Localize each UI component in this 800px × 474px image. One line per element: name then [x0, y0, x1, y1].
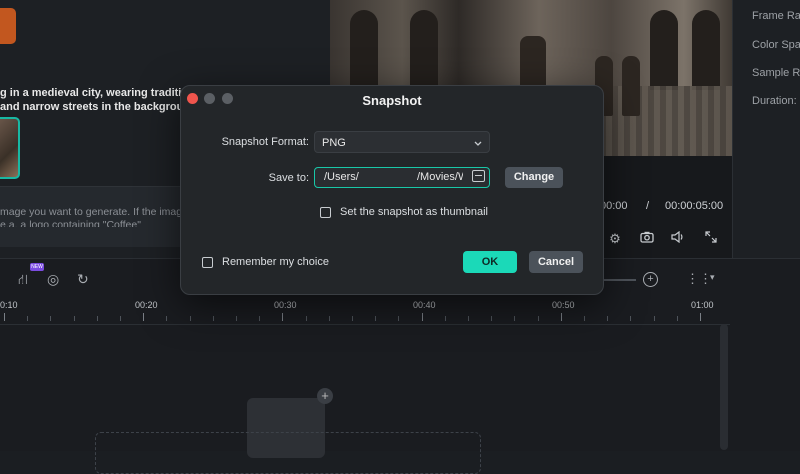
- prompt-placeholder-line-1: mage you want to generate. If the image: [0, 206, 188, 218]
- prompt-line-1: g in a medieval city, wearing traditio: [0, 87, 189, 99]
- camera-icon[interactable]: [639, 231, 655, 247]
- ruler-label: 00:20: [135, 300, 158, 310]
- ruler-tick: [282, 313, 283, 321]
- prop-duration-label: Duration:: [752, 95, 797, 107]
- settings-icon[interactable]: ⚙: [607, 231, 623, 247]
- change-path-button[interactable]: Change: [505, 167, 563, 188]
- ruler-tick: [50, 316, 51, 321]
- save-path-start: /Users/: [324, 171, 359, 183]
- prop-frame-rate-label: Frame Rate: [752, 10, 800, 22]
- ruler-tick: [236, 316, 237, 321]
- ruler-tick: [445, 316, 446, 321]
- ruler-tick: [213, 316, 214, 321]
- speed-icon[interactable]: ↻: [77, 271, 89, 288]
- ruler-tick: [190, 316, 191, 321]
- app-icon: [0, 8, 16, 44]
- time-separator: /: [646, 200, 650, 212]
- ruler-tick: [306, 316, 307, 321]
- chevron-down-icon[interactable]: ▾: [710, 272, 715, 283]
- ruler-tick: [630, 316, 631, 321]
- ruler-tick: [166, 316, 167, 321]
- ruler-tick: [468, 316, 469, 321]
- ruler-tick: [700, 313, 701, 321]
- ruler-tick: [607, 316, 608, 321]
- timeline-scrollbar[interactable]: [720, 324, 728, 450]
- ruler-tick: [584, 316, 585, 321]
- thumbnail-checkbox[interactable]: [320, 207, 331, 218]
- snapshot-format-value: PNG: [322, 137, 346, 149]
- chevron-down-icon: [474, 132, 482, 154]
- thumbnail-checkbox-label[interactable]: Set the snapshot as thumbnail: [340, 206, 488, 218]
- remember-choice-checkbox[interactable]: [202, 257, 213, 268]
- media-drop-zone[interactable]: [95, 432, 481, 474]
- ruler-tick: [375, 316, 376, 321]
- volume-icon[interactable]: [670, 230, 686, 247]
- ai-face-icon[interactable]: ◎: [47, 271, 59, 288]
- prop-sample-rate-label: Sample Rate: [752, 67, 800, 79]
- ruler-tick: [74, 316, 75, 321]
- ruler-label: 00:30: [274, 300, 297, 310]
- generated-prompt-text: g in a medieval city, wearing traditio a…: [0, 86, 200, 114]
- save-path-end: /Movies/Wondershare: [417, 171, 463, 183]
- ruler-tick: [398, 316, 399, 321]
- dialog-title: Snapshot: [362, 93, 422, 108]
- ruler-label: 00:40: [413, 300, 436, 310]
- zoom-in-icon[interactable]: +: [643, 272, 658, 287]
- ruler-tick: [27, 316, 28, 321]
- add-media-icon[interactable]: +: [317, 388, 333, 404]
- ruler-tick: [422, 313, 423, 321]
- save-to-label: Save to:: [268, 172, 309, 184]
- ruler-tick: [259, 316, 260, 321]
- ruler-tick: [654, 316, 655, 321]
- generated-thumbnail[interactable]: [0, 117, 20, 179]
- cancel-button[interactable]: Cancel: [529, 251, 583, 273]
- current-time: 00:00: [600, 200, 628, 212]
- ok-button[interactable]: OK: [463, 251, 517, 273]
- timeline-ruler[interactable]: [0, 296, 730, 325]
- ruler-tick: [97, 316, 98, 321]
- prompt-line-2: and narrow streets in the backgroun: [0, 101, 191, 113]
- ruler-tick: [514, 316, 515, 321]
- ruler-tick: [329, 316, 330, 321]
- ruler-label: 01:00: [691, 300, 714, 310]
- ruler-label: 0:10: [0, 300, 18, 310]
- ruler-tick: [491, 316, 492, 321]
- prompt-placeholder-line-2: e.a. a logo containing "Coffee": [0, 219, 141, 227]
- save-path-input[interactable]: /Users/ /Movies/Wondershare: [314, 167, 490, 188]
- ruler-tick: [352, 316, 353, 321]
- ruler-tick: [120, 316, 121, 321]
- prop-color-space-label: Color Space: [752, 39, 800, 51]
- ruler-tick: [538, 316, 539, 321]
- track-layout-icon[interactable]: ⋮⋮: [686, 271, 712, 287]
- remember-choice-label[interactable]: Remember my choice: [222, 256, 329, 268]
- ruler-tick: [4, 313, 5, 321]
- snapshot-dialog: Snapshot Snapshot Format: PNG Save to: /…: [180, 85, 604, 295]
- snapshot-format-select[interactable]: PNG: [314, 131, 490, 153]
- ruler-tick: [677, 316, 678, 321]
- folder-icon[interactable]: [472, 170, 485, 182]
- new-badge: NEW: [30, 263, 44, 271]
- snapshot-format-label: Snapshot Format:: [221, 136, 309, 148]
- total-time: 00:00:05:00: [665, 200, 724, 212]
- ruler-tick: [143, 313, 144, 321]
- ruler-label: 00:50: [552, 300, 575, 310]
- fullscreen-icon[interactable]: [703, 231, 719, 247]
- ai-tool-icon[interactable]: ⛙: [18, 271, 28, 290]
- ruler-tick: [561, 313, 562, 321]
